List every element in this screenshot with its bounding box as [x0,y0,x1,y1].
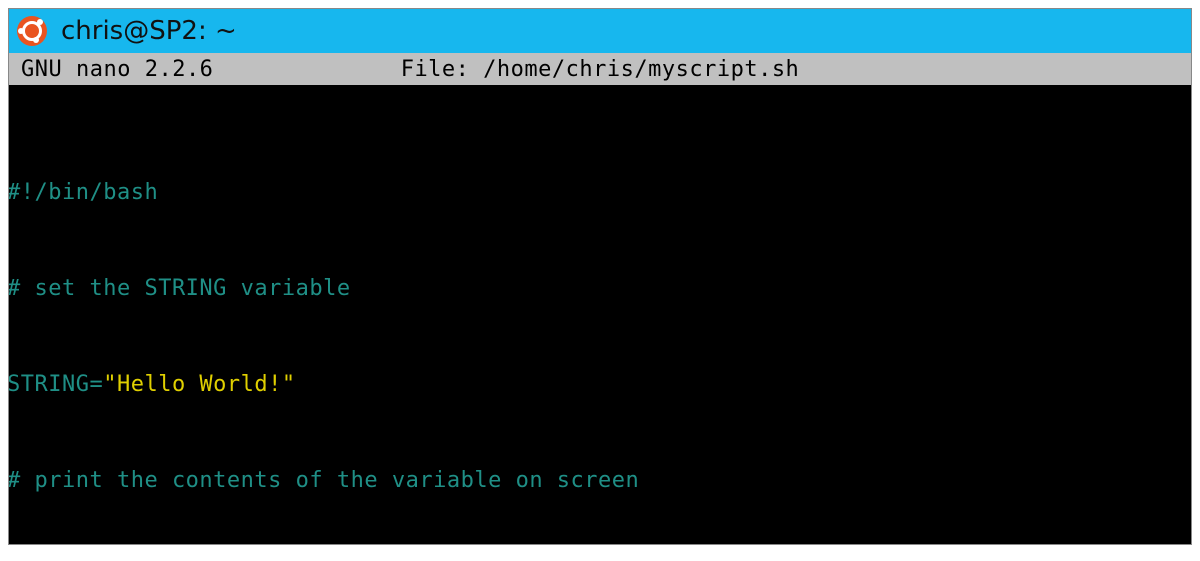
nano-app-version: GNU nano 2.2.6 [9,57,213,82]
code-string: "Hello World!" [103,372,295,397]
editor-area[interactable]: #!/bin/bash # set the STRING variable ST… [9,85,1191,544]
nano-file-label: File: /home/chris/myscript.sh [401,57,800,82]
window-title: chris@SP2: ~ [61,16,237,46]
code-comment: # set the STRING variable [9,276,351,301]
terminal-window: chris@SP2: ~ GNU nano 2.2.6 File: /home/… [8,8,1192,545]
ubuntu-icon [17,16,47,46]
code-shebang: #!/bin/bash [9,180,158,205]
nano-status-bar: GNU nano 2.2.6 File: /home/chris/myscrip… [9,53,1191,85]
code-assignment: STRING= [9,372,103,397]
window-titlebar[interactable]: chris@SP2: ~ [9,9,1191,53]
code-comment: # print the contents of the variable on … [9,468,639,493]
